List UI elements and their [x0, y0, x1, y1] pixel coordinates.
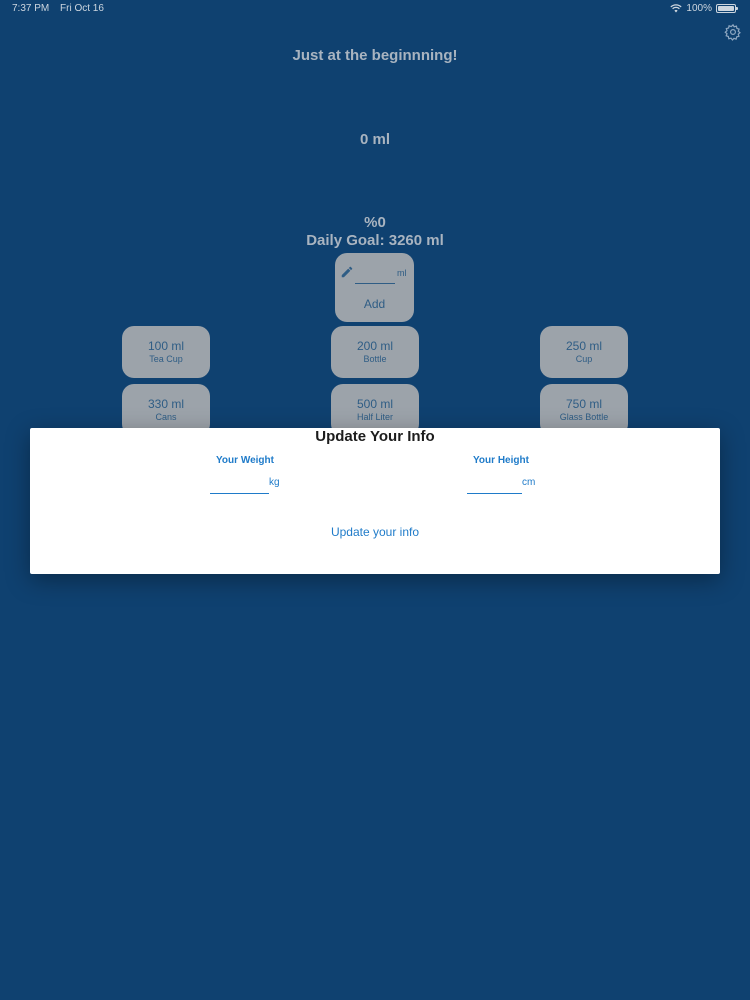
- status-right: 100%: [670, 3, 738, 14]
- height-input[interactable]: [467, 493, 522, 494]
- page-title: Just at the beginnning!: [292, 47, 458, 64]
- consumed-amount: 0 ml: [359, 131, 390, 148]
- pencil-icon[interactable]: [340, 265, 354, 279]
- custom-amount-input[interactable]: [355, 263, 395, 284]
- wifi-icon: [670, 4, 683, 13]
- preset-button-tea-cup[interactable]: 100 ml Tea Cup: [122, 326, 210, 378]
- preset-amount: 200 ml: [356, 339, 394, 353]
- preset-name: Glass Bottle: [559, 412, 609, 422]
- height-label: Your Height: [473, 455, 529, 466]
- preset-name: Bottle: [363, 354, 387, 364]
- status-bar: 7:37 PM Fri Oct 16 100%: [0, 0, 750, 18]
- preset-amount: 250 ml: [565, 339, 603, 353]
- height-unit: cm: [522, 477, 536, 488]
- preset-amount: 100 ml: [147, 339, 185, 353]
- battery-percent: 100%: [686, 3, 712, 14]
- status-date: Fri Oct 16: [60, 3, 104, 14]
- weight-input[interactable]: [210, 493, 269, 494]
- preset-amount: 500 ml: [356, 397, 394, 411]
- dialog-title: Update Your Info: [315, 428, 435, 445]
- daily-goal: Daily Goal: 3260 ml: [306, 232, 444, 249]
- preset-name: Cans: [155, 412, 177, 422]
- update-info-dialog: Update Your Info Your Weight kg Your Hei…: [30, 428, 720, 574]
- preset-amount: 330 ml: [147, 397, 185, 411]
- custom-amount-unit: ml: [397, 268, 407, 278]
- update-info-button[interactable]: Update your info: [30, 525, 720, 539]
- preset-name: Half Liter: [356, 412, 393, 422]
- battery-icon: [716, 4, 738, 13]
- preset-amount: 750 ml: [565, 397, 603, 411]
- status-left: 7:37 PM Fri Oct 16: [12, 3, 112, 14]
- progress-percent: %0: [364, 214, 386, 231]
- preset-button-cup[interactable]: 250 ml Cup: [540, 326, 628, 378]
- weight-label: Your Weight: [216, 455, 274, 466]
- weight-unit: kg: [269, 477, 280, 488]
- preset-name: Cup: [575, 354, 593, 364]
- preset-name: Tea Cup: [149, 354, 183, 364]
- gear-icon[interactable]: [724, 23, 742, 41]
- add-button[interactable]: Add: [335, 297, 414, 311]
- preset-button-bottle[interactable]: 200 ml Bottle: [331, 326, 419, 378]
- status-time: 7:37 PM: [12, 3, 50, 14]
- custom-amount-card[interactable]: ml Add: [335, 253, 414, 322]
